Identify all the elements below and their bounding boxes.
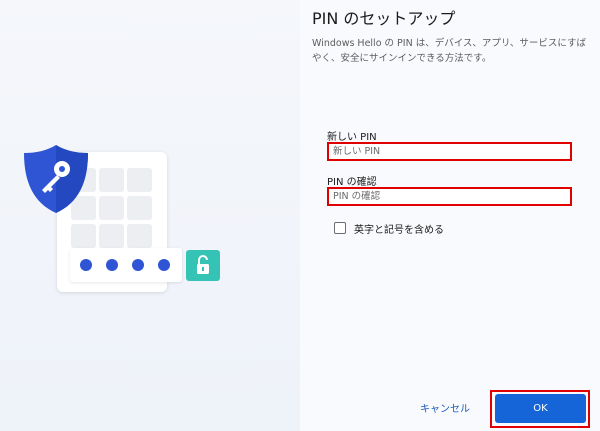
page-description: Windows Hello の PIN は、デバイス、アプリ、サービスにすばやく…	[312, 38, 586, 64]
confirm-pin-input[interactable]	[327, 187, 572, 206]
ok-button[interactable]: OK	[495, 394, 586, 423]
confirm-pin-label: PIN の確認	[327, 177, 377, 188]
keypad-key	[71, 224, 96, 248]
illustration-panel	[0, 0, 300, 431]
keypad-key	[127, 196, 152, 220]
pin-dots-strip	[70, 248, 182, 282]
keypad-key	[99, 224, 124, 248]
pin-dot	[132, 259, 144, 271]
new-pin-label: 新しい PIN	[327, 132, 377, 143]
pin-dot	[158, 259, 170, 271]
cancel-button[interactable]: キャンセル	[420, 400, 470, 415]
new-pin-input[interactable]	[327, 142, 572, 161]
include-letters-checkbox[interactable]	[334, 222, 346, 234]
pin-dot	[80, 259, 92, 271]
keypad-key	[127, 168, 152, 192]
keypad-key	[127, 224, 152, 248]
shield-key-icon	[22, 143, 90, 215]
unlocked-padlock-icon	[186, 250, 220, 281]
keypad-key	[99, 168, 124, 192]
keypad-key	[99, 196, 124, 220]
include-letters-label[interactable]: 英字と記号を含める	[354, 221, 444, 236]
pin-dot	[106, 259, 118, 271]
page-title: PIN のセットアップ	[312, 9, 456, 28]
